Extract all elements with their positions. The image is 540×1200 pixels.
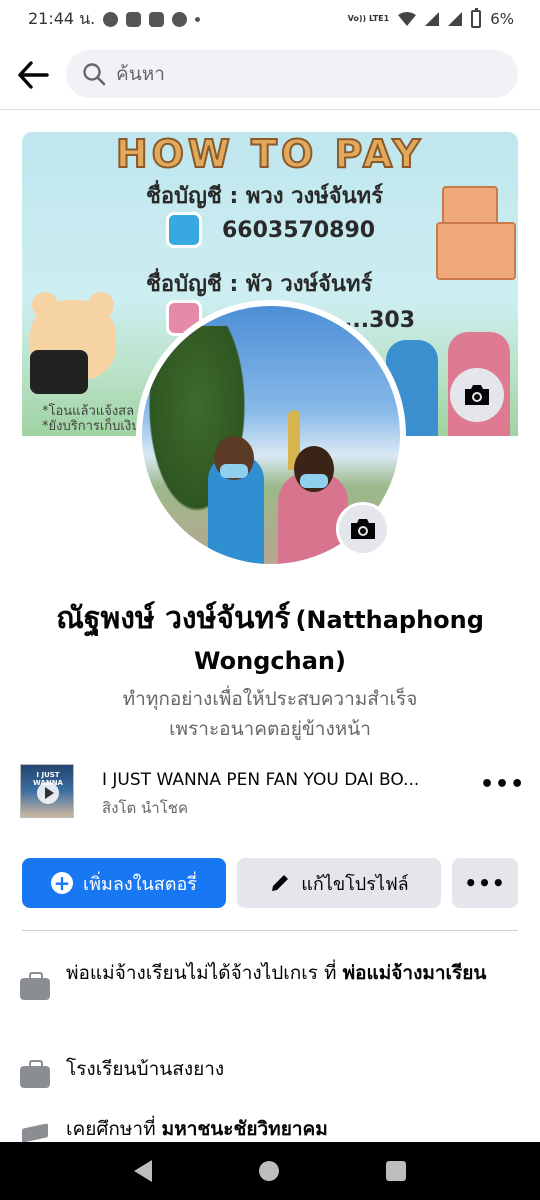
cover-title: HOW TO PAY [115, 132, 425, 177]
detail-text: พ่อแม่จ้างเรียนไม่ได้จ้างไปเกเร ที่ พ่อแ… [66, 956, 520, 991]
edit-profile-button[interactable]: แก้ไขโปรไฟล์ [237, 858, 441, 908]
status-left: 21:44 น. [28, 7, 201, 32]
detail-prefix: โรงเรียนบ้านสงยาง [66, 1058, 225, 1080]
briefcase-icon [20, 1060, 50, 1088]
add-to-story-button[interactable]: + เพิ่มลงในสตอรี่ [22, 858, 226, 908]
bank-logo-icon [166, 212, 202, 248]
detail-prefix: พ่อแม่จ้างเรียนไม่ได้จ้างไปเกเร ที่ [66, 962, 343, 984]
bio-line-1: ทำทุกอย่างเพื่อให้ประสบความสำเร็จ [122, 688, 418, 710]
line-icon [172, 11, 188, 27]
detail-work-2: โรงเรียนบ้านสงยาง [20, 1052, 520, 1088]
detail-prefix: เคยศึกษาที่ [66, 1118, 162, 1140]
plus-circle-icon: + [51, 872, 74, 894]
search-box[interactable] [66, 50, 518, 98]
detail-place-link[interactable]: พ่อแม่จ้างมาเรียน [343, 962, 487, 984]
cover-note-line-1: *โอนแล้วแจ้งสล [42, 404, 135, 419]
cover-camera-button[interactable] [450, 368, 504, 422]
cover-note-line-2: *ยังบริการเก็บเงิน [42, 419, 141, 434]
edit-profile-label: แก้ไขโปรไฟล์ [301, 873, 409, 895]
cover-note: *โอนแล้วแจ้งสล *ยังบริการเก็บเงิน [42, 404, 140, 434]
signal-1-icon [425, 12, 440, 26]
battery-icon [471, 8, 482, 28]
search-input[interactable] [116, 63, 476, 85]
bio-line-2: เพราะอนาคตอยู่ข้างหน้า [169, 718, 371, 740]
detail-school-link[interactable]: มหาชนะชัยวิทยาคม [162, 1118, 328, 1140]
more-options-button[interactable]: ••• [452, 858, 518, 908]
profile-music[interactable]: I JUST WANNA I JUST WANNA PEN FAN YOU DA… [20, 764, 524, 820]
status-time: 21:44 น. [28, 8, 96, 28]
face-mask [300, 474, 328, 488]
system-nav-bar [0, 1142, 540, 1200]
nav-recent-apps-icon[interactable] [386, 1161, 407, 1181]
laptop-illustration [30, 350, 88, 394]
profile-name-thai: ณัฐพงษ์ วงษ์จันทร์ [56, 601, 291, 636]
add-to-story-label: เพิ่มลงในสตอรี่ [83, 873, 197, 895]
facebook-lite-icon [149, 11, 165, 27]
notification-app-icon [126, 11, 142, 27]
wifi-icon [398, 12, 417, 26]
cover-account-line-2: ชื่อบัญชี : พัว วงษ์จันทร์ [146, 272, 373, 297]
song-artist: สิงโต นำโชค [102, 799, 188, 817]
briefcase-icon [20, 972, 50, 1000]
camera-icon [465, 385, 489, 405]
search-header [0, 38, 540, 110]
status-bar: 21:44 น. Vo)) LTE1 6% [0, 0, 540, 38]
volte-indicator: Vo)) LTE1 [347, 14, 390, 23]
messenger-icon [103, 11, 119, 27]
song-title: I JUST WANNA PEN FAN YOU DAI BO... [102, 770, 420, 790]
pencil-icon [272, 875, 289, 891]
music-more-button[interactable]: ••• [480, 774, 524, 806]
cover-account-number-1: 6603570890 [222, 218, 376, 243]
parcel-box-decoration [436, 222, 516, 280]
profile-actions: + เพิ่มลงในสตอรี่ แก้ไขโปรไฟล์ ••• [22, 858, 518, 908]
arrow-left-icon [18, 61, 49, 89]
play-icon[interactable] [37, 782, 59, 804]
status-right: Vo)) LTE1 6% [347, 8, 514, 28]
back-button[interactable] [12, 54, 54, 96]
nav-home-icon[interactable] [258, 1161, 279, 1181]
cover-account-line-1: ชื่อบัญชี : พวง วงษ์จันทร์ [146, 184, 384, 209]
battery-percent: 6% [490, 10, 514, 28]
nav-back-icon[interactable] [133, 1160, 152, 1182]
album-art[interactable]: I JUST WANNA [20, 764, 74, 818]
section-divider [22, 930, 518, 931]
signal-2-icon [448, 12, 463, 26]
more-notifications-dot [195, 16, 201, 22]
detail-work-1: พ่อแม่จ้างเรียนไม่ได้จ้างไปเกเร ที่ พ่อแ… [20, 956, 520, 1000]
profile-camera-button[interactable] [336, 502, 390, 556]
face-mask [220, 464, 248, 478]
profile-bio: ทำทุกอย่างเพื่อให้ประสบความสำเร็จ เพราะอ… [0, 684, 540, 744]
search-icon [83, 63, 106, 86]
detail-text: โรงเรียนบ้านสงยาง [66, 1052, 520, 1087]
profile-name: ณัฐพงษ์ วงษ์จันทร์ (Natthaphong Wongchan… [0, 600, 540, 683]
camera-icon [351, 519, 375, 539]
